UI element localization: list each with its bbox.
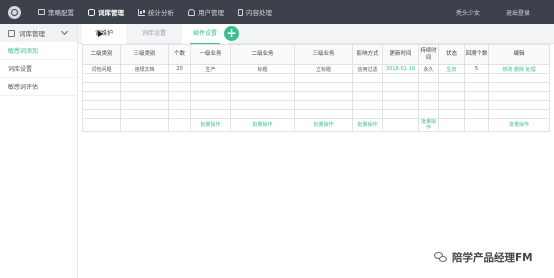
batch-operation-link[interactable]: 批量操作 — [230, 118, 295, 132]
table-cell: 2018-01-18 — [382, 64, 419, 74]
watermark: 陪学产品经理FM — [434, 250, 533, 265]
table-row — [82, 91, 550, 101]
table-row — [82, 73, 550, 83]
table-cell: 标题 — [230, 64, 295, 74]
nav-label: 内容处理 — [246, 9, 272, 17]
main-nav: 策略配置 词库管理 统计分析 用户管理 内容处理 — [31, 0, 279, 24]
table-cell: 永久 — [418, 64, 439, 74]
database-icon — [88, 8, 95, 16]
nav-label: 策略配置 — [48, 9, 74, 17]
batch-operation-link[interactable]: 批量操作 — [488, 118, 550, 132]
batch-action-row: 批量操作 批量操作 批量操作 批量操作 批量操作 批量操作 — [82, 118, 550, 132]
main-content: 词维护 词库设置 插件设置 + 二级类别 三级类别 个数 一级业务 二级业务 三… — [78, 24, 554, 278]
column-header: 持续时间 — [418, 44, 439, 65]
table-cell: 5 — [464, 64, 489, 74]
table-row — [82, 109, 550, 119]
column-header: 回溯个数 — [464, 44, 489, 65]
table-cell: 信用过滤 — [352, 64, 383, 74]
top-navbar: 策略配置 词库管理 统计分析 用户管理 内容处理 秃头少女 退出登录 — [0, 0, 554, 24]
tab-label: 插件设置 — [192, 30, 217, 37]
chevron-down-icon[interactable] — [60, 27, 69, 36]
nav-item-statistics[interactable]: 统计分析 — [131, 0, 181, 24]
watermark-text: 陪学产品经理FM — [452, 252, 533, 264]
sidebar-item-add-sensitive-word[interactable]: 敏感词添加 — [0, 42, 77, 60]
user-icon — [188, 8, 195, 16]
table-row: 词包问题 违规文档 20 生产 标题 立标题 信用过滤 2018-01-18 永… — [82, 64, 550, 74]
nav-label: 用户管理 — [198, 9, 224, 17]
column-header: 编辑 — [488, 44, 550, 65]
batch-operation-link[interactable]: 批量操作 — [294, 118, 353, 132]
status-badge: 生效 — [438, 64, 465, 74]
column-header: 个数 — [168, 44, 191, 65]
word-table: 二级类别 三级类别 个数 一级业务 二级业务 三级业务 影响方式 更新时间 持续… — [82, 44, 550, 132]
tab-lexicon-settings[interactable]: 词库设置 — [126, 24, 182, 44]
monitor-icon — [38, 9, 45, 15]
table-row — [82, 100, 550, 110]
sidebar-group-header[interactable]: 词库管理 — [0, 24, 77, 42]
document-icon — [238, 8, 243, 16]
sidebar-item-label: 敏感词评估 — [8, 84, 39, 91]
folder-icon — [8, 29, 15, 37]
column-header: 二级业务 — [230, 44, 295, 65]
table-cell: 20 — [168, 64, 191, 74]
app-logo[interactable] — [8, 5, 21, 19]
sidebar-item-label: 敏感词添加 — [8, 48, 39, 55]
nav-label: 词库管理 — [98, 9, 124, 17]
table-row — [82, 82, 550, 92]
nav-item-lexicon[interactable]: 词库管理 — [81, 0, 131, 24]
chart-icon — [138, 8, 145, 16]
table-cell: 生产 — [190, 64, 231, 74]
batch-operation-link[interactable]: 批量操作 — [418, 118, 439, 132]
current-user-name[interactable]: 秃头少女 — [456, 8, 480, 17]
add-tab-button[interactable]: + — [224, 26, 239, 41]
row-edit-actions[interactable]: 修改 删除 处理 — [488, 64, 550, 74]
nav-item-users[interactable]: 用户管理 — [181, 0, 231, 24]
sidebar-item-lexicon-settings[interactable]: 词库设置 — [0, 60, 77, 78]
logout-link[interactable]: 退出登录 — [506, 8, 530, 17]
sidebar-group-title: 词库管理 — [19, 30, 45, 38]
sidebar-item-label: 词库设置 — [8, 66, 33, 73]
column-header: 三级类别 — [120, 44, 169, 65]
tab-label: 词库设置 — [141, 30, 166, 37]
table-cell: 违规文档 — [120, 64, 169, 74]
column-header: 一级业务 — [190, 44, 231, 65]
column-header: 状态 — [438, 44, 465, 65]
table-cell: 立标题 — [294, 64, 353, 74]
table-header-row: 二级类别 三级类别 个数 一级业务 二级业务 三级业务 影响方式 更新时间 持续… — [82, 44, 550, 65]
sidebar: 词库管理 敏感词添加 词库设置 敏感词评估 — [0, 24, 78, 278]
wechat-icon — [434, 252, 448, 263]
nav-label: 统计分析 — [148, 9, 174, 17]
sidebar-item-sensitive-word-evaluation[interactable]: 敏感词评估 — [0, 78, 77, 96]
tab-word-maintenance[interactable]: 词维护 — [82, 24, 126, 44]
tab-plugin-settings[interactable]: 插件设置 — [182, 24, 228, 44]
nav-item-content[interactable]: 内容处理 — [231, 0, 279, 24]
column-header: 影响方式 — [352, 44, 383, 65]
table-cell: 词包问题 — [82, 64, 121, 74]
batch-operation-link[interactable]: 批量操作 — [190, 118, 231, 132]
tab-bar: 词维护 词库设置 插件设置 + — [78, 24, 554, 44]
batch-operation-link[interactable]: 批量操作 — [352, 118, 383, 132]
column-header: 二级类别 — [82, 44, 121, 65]
nav-item-strategy[interactable]: 策略配置 — [31, 0, 81, 24]
column-header: 更新时间 — [382, 44, 419, 65]
column-header: 三级业务 — [294, 44, 353, 65]
